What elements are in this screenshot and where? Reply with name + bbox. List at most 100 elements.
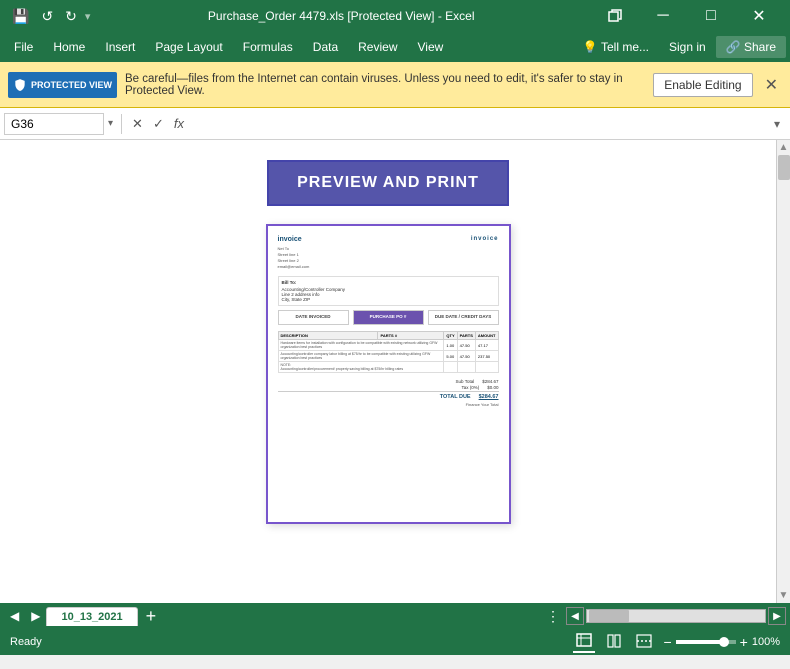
doc-info-boxes: DATE INVOICED PURCHASE PO # DUE DATE / C… bbox=[278, 310, 499, 325]
zoom-bar-fill bbox=[676, 640, 721, 644]
total-val: $284.67 bbox=[479, 394, 499, 400]
preview-print-button[interactable]: PREVIEW AND PRINT bbox=[267, 160, 509, 206]
page-break-view-button[interactable] bbox=[633, 633, 655, 652]
menu-page-layout[interactable]: Page Layout bbox=[145, 36, 232, 58]
save-button[interactable]: 💾 bbox=[8, 6, 33, 27]
formula-divider bbox=[121, 114, 122, 134]
sheet-tab-bar: ◀ ▶ 10_13_2021 + ⋮ ◀ ▶ bbox=[0, 603, 790, 629]
doc-address-lines: Net ToStreet line 1Street line 2email@em… bbox=[278, 246, 310, 270]
doc-logo: invoice bbox=[278, 236, 310, 243]
banner-message: Be careful—files from the Internet can c… bbox=[125, 73, 645, 97]
share-button[interactable]: 🔗 Share bbox=[716, 36, 786, 58]
menu-review[interactable]: Review bbox=[348, 36, 407, 58]
protected-view-badge: PROTECTED VIEW bbox=[8, 72, 117, 98]
name-box[interactable] bbox=[4, 113, 104, 135]
tax-val: $0.00 bbox=[487, 385, 498, 390]
protected-view-banner: PROTECTED VIEW Be careful—files from the… bbox=[0, 62, 790, 108]
tax-label: Tax (0%) bbox=[461, 385, 479, 390]
menu-view[interactable]: View bbox=[408, 36, 454, 58]
doc-header: invoice Net ToStreet line 1Street line 2… bbox=[278, 236, 499, 270]
zoom-out-button[interactable]: − bbox=[663, 634, 671, 650]
shield-icon bbox=[13, 78, 27, 92]
total-label: TOTAL DUE bbox=[440, 394, 471, 400]
title-bar-left: 💾 ↺ ↻ ▾ bbox=[8, 6, 90, 27]
name-box-dropdown[interactable]: ▾ bbox=[106, 116, 115, 131]
h-scroll-left-button[interactable]: ◀ bbox=[566, 607, 584, 625]
col-parts: PARTS # bbox=[378, 332, 444, 340]
quick-access-toolbar: 💾 ↺ ↻ ▾ bbox=[8, 6, 90, 27]
subtotal-label: Sub Total bbox=[456, 379, 475, 384]
restore-button[interactable]: □ bbox=[688, 0, 734, 32]
col-amount: AMOUNT bbox=[475, 332, 498, 340]
menu-insert[interactable]: Insert bbox=[95, 36, 145, 58]
zoom-in-button[interactable]: + bbox=[740, 634, 748, 650]
minimize-button[interactable]: ─ bbox=[640, 0, 686, 32]
zoom-slider[interactable] bbox=[676, 640, 736, 644]
cancel-formula-button[interactable]: ✕ bbox=[128, 114, 147, 134]
document-preview: invoice Net ToStreet line 1Street line 2… bbox=[266, 224, 511, 524]
due-date-box: DUE DATE / CREDIT DAYS bbox=[428, 310, 499, 325]
h-scrollbar-thumb bbox=[589, 610, 629, 622]
scroll-thumb[interactable] bbox=[778, 155, 790, 180]
restore-icon bbox=[608, 9, 622, 23]
h-scroll-right-button[interactable]: ▶ bbox=[768, 607, 786, 625]
doc-subtotal-row: Sub Total $284.67 bbox=[278, 379, 499, 384]
formula-input[interactable] bbox=[186, 115, 766, 133]
page-layout-view-button[interactable] bbox=[603, 633, 625, 652]
col-price: PARTS bbox=[457, 332, 475, 340]
table-row: Accounting/controller company labor bill… bbox=[278, 351, 498, 362]
cell-content-area: PREVIEW AND PRINT invoice Net ToStreet l… bbox=[0, 140, 776, 603]
sign-in-button[interactable]: Sign in bbox=[659, 36, 716, 58]
normal-view-button[interactable] bbox=[573, 632, 595, 653]
doc-bill-to: Bill To: Accounting/Controller Company L… bbox=[278, 276, 499, 306]
scroll-ellipsis: ⋮ bbox=[540, 608, 566, 625]
sheet-nav-prev[interactable]: ◀ bbox=[4, 609, 25, 623]
zoom-level-text: 100% bbox=[752, 636, 780, 648]
table-row: NOTE:Accounting/controller/procurement/ … bbox=[278, 362, 498, 373]
vertical-scrollbar[interactable]: ▲ ▼ bbox=[776, 140, 790, 603]
window-title: Purchase_Order 4479.xls [Protected View]… bbox=[90, 9, 592, 23]
sheet-nav-next[interactable]: ▶ bbox=[25, 609, 46, 623]
enable-editing-button[interactable]: Enable Editing bbox=[653, 73, 752, 97]
close-button[interactable]: ✕ bbox=[736, 0, 782, 32]
normal-view-icon bbox=[576, 633, 592, 647]
doc-title-area: invoice bbox=[471, 236, 499, 242]
formula-expand-button[interactable]: ▾ bbox=[768, 115, 786, 133]
horizontal-scrollbar[interactable] bbox=[586, 609, 766, 623]
page-break-view-icon bbox=[636, 634, 652, 648]
menu-formulas[interactable]: Formulas bbox=[233, 36, 303, 58]
title-bar: 💾 ↺ ↻ ▾ Purchase_Order 4479.xls [Protect… bbox=[0, 0, 790, 32]
status-ready-text: Ready bbox=[10, 636, 42, 648]
table-row: Hardware items for installation with con… bbox=[278, 340, 498, 351]
undo-button[interactable]: ↺ bbox=[37, 6, 57, 27]
col-qty: QTY bbox=[444, 332, 457, 340]
menu-home[interactable]: Home bbox=[43, 36, 95, 58]
status-right: − + 100% bbox=[573, 632, 780, 653]
zoom-thumb[interactable] bbox=[719, 637, 729, 647]
formula-bar: ▾ ✕ ✓ fx ▾ bbox=[0, 108, 790, 140]
redo-button[interactable]: ↻ bbox=[61, 6, 81, 27]
scroll-down-button[interactable]: ▼ bbox=[777, 588, 790, 603]
page-layout-view-icon bbox=[606, 634, 622, 648]
confirm-formula-button[interactable]: ✓ bbox=[149, 114, 168, 134]
scroll-up-button[interactable]: ▲ bbox=[777, 140, 790, 155]
date-invoiced-label: DATE INVOICED bbox=[282, 314, 345, 319]
col-description: DESCRIPTION bbox=[278, 332, 378, 340]
restore-down-button[interactable] bbox=[592, 0, 638, 32]
tell-me-button[interactable]: 💡 Tell me... bbox=[573, 36, 659, 58]
doc-total-row: TOTAL DUE $284.67 bbox=[278, 391, 499, 400]
fx-label: fx bbox=[174, 116, 184, 131]
purchase-po-box: PURCHASE PO # bbox=[353, 310, 424, 325]
menu-file[interactable]: File bbox=[4, 36, 43, 58]
due-date-label: DUE DATE / CREDIT DAYS bbox=[432, 314, 495, 319]
doc-invoice-title: invoice bbox=[471, 236, 499, 242]
window-controls: ─ □ ✕ bbox=[592, 0, 782, 32]
sheet-tab-10-13-2021[interactable]: 10_13_2021 bbox=[46, 607, 137, 626]
doc-tax-row: Tax (0%) $0.00 bbox=[278, 385, 499, 390]
banner-close-button[interactable]: ✕ bbox=[761, 75, 782, 95]
menu-data[interactable]: Data bbox=[303, 36, 348, 58]
zoom-controls: − + 100% bbox=[663, 634, 780, 650]
spreadsheet-area: OPL.COM ▲ ▼ PREVIEW AND PRINT invoice Ne… bbox=[0, 140, 790, 603]
status-bar: Ready − + bbox=[0, 629, 790, 655]
add-sheet-button[interactable]: + bbox=[138, 607, 165, 625]
